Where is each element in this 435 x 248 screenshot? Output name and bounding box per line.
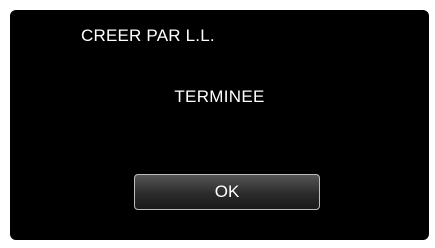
ok-button[interactable]: OK [134, 174, 320, 210]
dialog-title: CREER PAR L.L. [81, 26, 215, 45]
status-message: TERMINEE [174, 87, 265, 106]
camera-dialog-screen: CREER PAR L.L. TERMINEE OK [10, 10, 429, 240]
